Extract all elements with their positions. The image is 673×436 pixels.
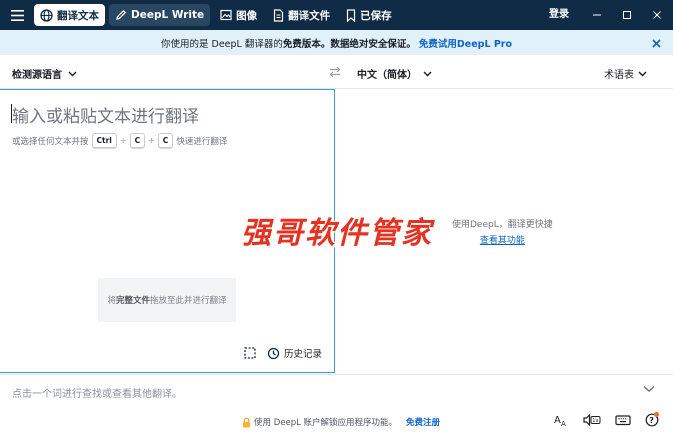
language-bar: 检测源语言 中文（简体） 术语表 bbox=[0, 55, 673, 89]
footer-bar: 使用 DeepL 账户解锁应用程序功能。 免费注册 AA 1x ? bbox=[0, 408, 673, 436]
title-bar: 翻译文本 DeepL Write 图像 翻译文件 已保存 登录 bbox=[0, 0, 673, 30]
close-icon[interactable] bbox=[649, 36, 663, 50]
dropzone-suffix: 拖放至此并进行翻译 bbox=[150, 296, 227, 306]
swap-languages-icon[interactable] bbox=[326, 63, 344, 81]
tab-saved[interactable]: 已保存 bbox=[340, 4, 398, 26]
free-signup-link[interactable]: 免费注册 bbox=[406, 416, 440, 428]
shortcut-prefix: 或选择任何文本并按 bbox=[12, 136, 89, 147]
chevron-down-icon bbox=[638, 71, 647, 76]
unlock-text: 使用 DeepL 账户解锁应用程序功能。 bbox=[254, 418, 398, 428]
shortcut-suffix: 快速进行翻译 bbox=[176, 136, 228, 147]
watermark-text: 强哥软件管家 bbox=[241, 216, 433, 251]
file-drop-zone[interactable]: 将完整文件 拖放至此并进行翻译 bbox=[98, 278, 236, 322]
footer-toolbar: AA 1x ? bbox=[554, 413, 659, 427]
menu-icon[interactable] bbox=[0, 0, 34, 30]
try-pro-link[interactable]: 免费试用DeepL Pro bbox=[419, 36, 512, 50]
feature-promo: 使用DeepL，翻译更快捷 查看其功能 bbox=[452, 217, 553, 246]
close-window-icon[interactable] bbox=[642, 0, 672, 30]
document-icon bbox=[274, 8, 284, 22]
source-placeholder: 输入或粘贴文本进行翻译 bbox=[12, 107, 199, 127]
tab-label: 已保存 bbox=[360, 9, 392, 22]
chevron-down-icon bbox=[68, 71, 77, 76]
bookmark-icon bbox=[347, 8, 356, 22]
svg-text:1x: 1x bbox=[592, 418, 598, 424]
tab-label: 翻译文件 bbox=[288, 9, 331, 22]
history-button[interactable]: 历史记录 bbox=[267, 346, 322, 360]
chevron-down-icon bbox=[423, 71, 432, 76]
key-ctrl: Ctrl bbox=[91, 133, 117, 148]
banner-text: 你使用的是 DeepL 翻译器的 bbox=[161, 38, 283, 50]
speaker-speed-icon[interactable]: 1x bbox=[583, 413, 601, 427]
tab-label: 图像 bbox=[236, 9, 258, 22]
target-language-label: 中文（简体） bbox=[357, 70, 417, 81]
source-language-select[interactable]: 检测源语言 bbox=[12, 66, 77, 81]
dropzone-prefix: 将 bbox=[107, 296, 116, 306]
svg-text:A: A bbox=[561, 420, 566, 427]
screen-capture-icon[interactable] bbox=[243, 346, 257, 360]
dictionary-panel[interactable]: 点击一个词进行查找或查看其他翻译。 bbox=[0, 374, 673, 408]
dropzone-bold: 完整文件 bbox=[115, 296, 150, 306]
maximize-icon[interactable] bbox=[612, 0, 642, 30]
dictionary-placeholder: 点击一个词进行查找或查看其他翻译。 bbox=[12, 389, 182, 400]
tab-label: DeepL Write bbox=[131, 9, 205, 21]
history-label: 历史记录 bbox=[283, 349, 322, 360]
tab-image[interactable]: 图像 bbox=[214, 4, 263, 26]
source-toolbar: 历史记录 bbox=[243, 346, 322, 360]
glossary-label: 术语表 bbox=[604, 70, 634, 81]
pencil-icon bbox=[116, 9, 127, 20]
tab-translate-document[interactable]: 翻译文件 bbox=[267, 4, 336, 26]
tab-label: 翻译文本 bbox=[57, 9, 99, 22]
account-unlock-message: 使用 DeepL 账户解锁应用程序功能。 免费注册 bbox=[242, 416, 440, 428]
view-features-link[interactable]: 查看其功能 bbox=[452, 233, 553, 246]
globe-icon bbox=[40, 8, 53, 22]
mode-tabs: 翻译文本 DeepL Write 图像 翻译文件 已保存 bbox=[34, 4, 398, 26]
image-icon bbox=[220, 9, 232, 21]
free-version-banner: 你使用的是 DeepL 翻译器的 免费版本。数据绝对安全保证。 免费试用Deep… bbox=[0, 30, 673, 55]
lock-icon bbox=[243, 417, 250, 427]
chevron-down-icon[interactable] bbox=[643, 385, 655, 393]
notification-dot bbox=[654, 412, 659, 417]
login-button[interactable]: 登录 bbox=[549, 0, 569, 30]
source-language-label: 检测源语言 bbox=[12, 70, 62, 81]
target-language-select[interactable]: 中文（简体） bbox=[357, 66, 432, 81]
tab-translate-text[interactable]: 翻译文本 bbox=[34, 4, 105, 26]
plus-sign: + bbox=[119, 136, 127, 145]
key-c: C bbox=[129, 133, 146, 148]
key-c: C bbox=[157, 133, 174, 148]
keyboard-icon[interactable] bbox=[615, 414, 631, 426]
svg-text:?: ? bbox=[649, 416, 654, 425]
minimize-icon[interactable] bbox=[582, 0, 612, 30]
tab-deepl-write[interactable]: DeepL Write bbox=[109, 4, 211, 26]
language-icon[interactable]: AA bbox=[554, 413, 569, 427]
banner-bold-text: 免费版本。数据绝对安全保证。 bbox=[282, 38, 416, 50]
plus-sign: + bbox=[148, 136, 155, 145]
svg-text:A: A bbox=[554, 415, 561, 426]
glossary-button[interactable]: 术语表 bbox=[604, 66, 647, 81]
promo-text: 使用DeepL，翻译更快捷 bbox=[452, 220, 553, 230]
shortcut-hint: 或选择任何文本并按 Ctrl + C + C 快速进行翻译 bbox=[12, 133, 227, 148]
history-icon bbox=[267, 347, 280, 359]
